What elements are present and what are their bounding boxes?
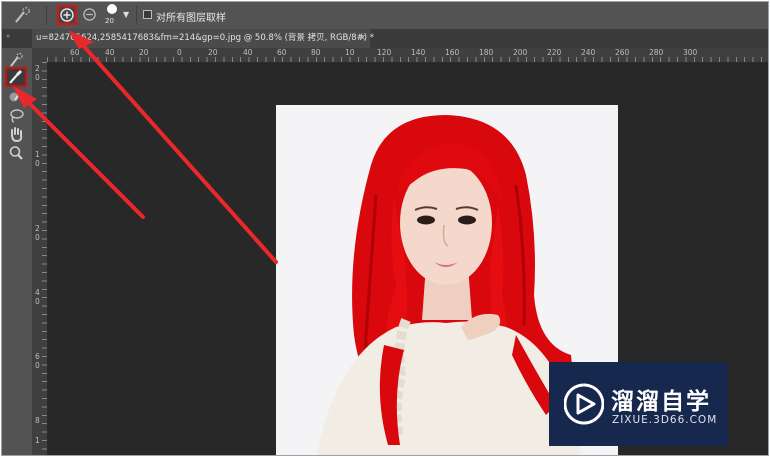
- tools-panel: [2, 48, 33, 455]
- ruler-label: 40: [105, 48, 115, 57]
- refine-edge-brush-icon[interactable]: [7, 88, 25, 104]
- ruler-label: 20: [139, 48, 149, 57]
- photoshop-window: 20 ▼ 对所有图层取样 » u=824705624,2585417683&fm…: [1, 1, 769, 456]
- options-bar: 20 ▼ 对所有图层取样: [2, 2, 768, 30]
- vertical-ruler: 2 0 1 0 2 0 4 0 6 0 8 1: [32, 62, 48, 455]
- ruler-label: 0: [35, 233, 40, 242]
- document-tab-bar: u=824705624,2585417683&fm=214&gp=0.jpg @…: [32, 29, 768, 48]
- ruler-label: 1: [35, 150, 40, 159]
- ruler-label: 6: [35, 352, 40, 361]
- quick-selection-icon[interactable]: [12, 6, 34, 24]
- sample-all-layers-label[interactable]: 对所有图层取样: [156, 9, 226, 24]
- brush-size-value: 20: [105, 17, 114, 25]
- ruler-ticks: [47, 57, 768, 62]
- plus-circle-icon: [60, 8, 74, 22]
- ruler-label: 0: [35, 159, 40, 168]
- brush-tip-preview: [107, 4, 117, 14]
- close-tab-icon[interactable]: ×: [359, 29, 366, 48]
- quick-selection-icon: [9, 69, 23, 84]
- ruler-label: 260: [615, 48, 630, 57]
- ruler-label: 80: [311, 48, 321, 57]
- ruler-label: 280: [649, 48, 664, 57]
- ruler-label: 240: [581, 48, 596, 57]
- ruler-label: 0: [35, 73, 40, 82]
- horizontal-ruler: 60 40 20 0 20 40 60 80 10 120 140 160 18…: [47, 48, 768, 63]
- chevron-down-icon[interactable]: ▼: [123, 10, 129, 19]
- ruler-label: 20: [208, 48, 218, 57]
- ruler-label: 4: [35, 288, 40, 297]
- ruler-label: 0: [177, 48, 182, 57]
- ruler-label: 120: [377, 48, 392, 57]
- ruler-label: 0: [35, 361, 40, 370]
- watermark-title: 溜溜自学: [611, 389, 711, 415]
- watermark-url: ZIXUE.3D66.COM: [612, 414, 718, 426]
- play-logo-icon: [564, 383, 604, 425]
- ruler-label: 8: [35, 416, 40, 425]
- ruler-label: 140: [411, 48, 426, 57]
- quick-selection-alt-icon[interactable]: [7, 52, 25, 68]
- ruler-label: 60: [70, 48, 80, 57]
- document-tab-title: u=824705624,2585417683&fm=214&gp=0.jpg @…: [36, 33, 375, 43]
- ruler-corner: [32, 48, 47, 62]
- hand-icon[interactable]: [7, 126, 25, 142]
- ruler-ticks: [42, 62, 47, 455]
- brush-size-picker[interactable]: 20: [103, 4, 123, 28]
- ruler-label: 180: [479, 48, 494, 57]
- ruler-label: 60: [277, 48, 287, 57]
- add-to-selection-button[interactable]: [57, 5, 77, 25]
- toolbar-collapse-button[interactable]: »: [2, 29, 32, 48]
- document-tab[interactable]: u=824705624,2585417683&fm=214&gp=0.jpg @…: [32, 29, 374, 48]
- ruler-label: 160: [445, 48, 460, 57]
- ruler-label: 1: [35, 436, 40, 445]
- lasso-icon[interactable]: [7, 108, 25, 124]
- ruler-label: 10: [345, 48, 355, 57]
- sample-all-layers-checkbox[interactable]: [143, 10, 152, 19]
- zoom-icon[interactable]: [7, 145, 25, 161]
- watermark-badge: 溜溜自学 ZIXUE.3D66.COM: [549, 362, 728, 446]
- quick-selection-tool[interactable]: [5, 67, 27, 87]
- subtract-from-selection-button[interactable]: [82, 7, 97, 22]
- ruler-label: 0: [35, 297, 40, 306]
- ruler-label: 200: [513, 48, 528, 57]
- ruler-label: 300: [683, 48, 698, 57]
- ruler-label: 2: [35, 64, 40, 73]
- divider: [46, 6, 47, 25]
- divider: [136, 6, 137, 25]
- collapse-arrows-icon: »: [6, 32, 11, 40]
- ruler-label: 220: [547, 48, 562, 57]
- ruler-label: 40: [243, 48, 253, 57]
- ruler-label: 2: [35, 224, 40, 233]
